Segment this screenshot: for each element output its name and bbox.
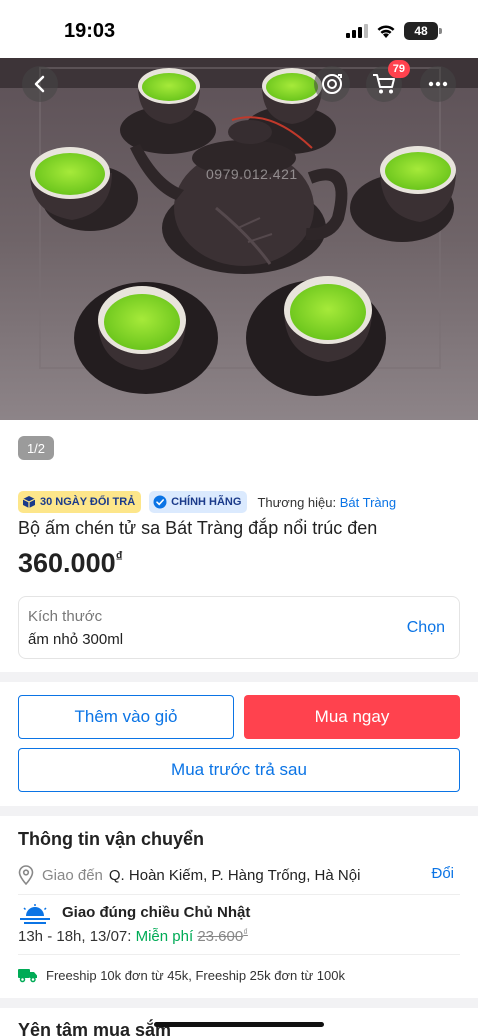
section-divider [0, 806, 478, 816]
product-title: Bộ ấm chén tử sa Bát Tràng đắp nổi trúc … [18, 518, 378, 538]
price-value: 360.000 [18, 548, 116, 578]
truck-icon [18, 969, 37, 983]
row-divider [18, 954, 460, 955]
back-button[interactable] [22, 66, 58, 102]
delivery-option-title: Giao đúng chiều Chủ Nhật [62, 904, 251, 921]
variant-selector[interactable]: Kích thước ấm nhỏ 300ml Chọn [18, 596, 460, 659]
free-shipping-label: Miễn phí [135, 928, 194, 945]
sunset-delivery-icon [20, 904, 50, 924]
status-icons: 48 [346, 22, 442, 40]
buy-now-pay-later-button[interactable]: Mua trước trả sau [18, 748, 460, 792]
product-photo [0, 58, 478, 420]
genuine-badge[interactable]: CHÍNH HÃNG [149, 491, 248, 513]
shipping-title: Thông tin vận chuyển [18, 829, 205, 849]
row-divider [18, 894, 460, 895]
ar-view-icon [322, 74, 342, 94]
genuine-label: CHÍNH HÃNG [171, 496, 242, 508]
buy-now-button[interactable]: Mua ngay [244, 695, 460, 739]
variant-choose-button[interactable]: Chọn [407, 619, 445, 637]
change-address-button[interactable]: Đổi [431, 865, 454, 882]
signal-icon [346, 24, 368, 38]
return-policy-badge[interactable]: 30 NGÀY ĐỔI TRẢ [18, 491, 142, 513]
delivery-address-row[interactable]: Giao đến Q. Hoàn Kiếm, P. Hàng Trống, Hà… [18, 864, 460, 886]
original-shipping-fee: 23.600₫ [197, 927, 248, 945]
location-pin-icon [18, 865, 34, 885]
delivery-address: Q. Hoàn Kiếm, P. Hàng Trống, Hà Nội [108, 866, 361, 884]
home-indicator [154, 1022, 324, 1027]
add-to-cart-button[interactable]: Thêm vào giỏ [18, 695, 234, 739]
battery-icon: 48 [404, 22, 442, 40]
original-fee-currency: ₫ [243, 927, 248, 937]
brand-info: Thương hiệu: Bát Tràng [257, 495, 396, 510]
section-divider [0, 672, 478, 682]
freeship-note: Freeship 10k đơn từ 45k, Freeship 25k đơ… [46, 967, 345, 983]
product-badges: 30 NGÀY ĐỔI TRẢ CHÍNH HÃNG Thương hiệu: … [18, 491, 396, 513]
ar-view-button[interactable] [314, 66, 350, 102]
wifi-icon [377, 24, 395, 38]
status-bar: 19:03 48 [0, 0, 478, 58]
brand-label: Thương hiệu: [257, 494, 337, 510]
image-watermark: 0979.012.421 [206, 166, 298, 182]
freeship-row[interactable]: Freeship 10k đơn từ 45k, Freeship 25k đơ… [18, 967, 345, 983]
more-button[interactable] [420, 66, 456, 102]
brand-link[interactable]: Bát Tràng [340, 495, 396, 510]
box-return-icon [22, 496, 36, 508]
delivery-window: 13h - 18h, 13/07: [18, 928, 132, 945]
section-divider [0, 998, 478, 1008]
status-time: 19:03 [64, 20, 116, 42]
product-price: 360.000₫ [18, 548, 123, 579]
battery-level: 48 [414, 24, 428, 38]
verified-check-icon [153, 495, 167, 509]
variant-value: ấm nhỏ 300ml [28, 631, 124, 648]
variant-label: Kích thước [28, 608, 103, 625]
return-policy-label: 30 NGÀY ĐỔI TRẢ [40, 496, 136, 508]
more-icon [428, 81, 448, 87]
cart-button[interactable]: 79 [366, 60, 410, 102]
product-image[interactable]: 0979.012.421 79 [0, 58, 478, 420]
image-page-indicator: 1/2 [18, 436, 54, 460]
price-currency: ₫ [115, 548, 123, 564]
next-section-title: Yên tâm mua sắm [18, 1020, 172, 1036]
original-fee-value: 23.600 [197, 928, 244, 945]
cart-count-badge: 79 [387, 60, 410, 78]
delivery-detail: 13h - 18h, 13/07: Miễn phí 23.600₫ [18, 927, 248, 945]
deliver-to-prefix: Giao đến [42, 866, 103, 884]
chevron-left-icon [34, 75, 45, 93]
